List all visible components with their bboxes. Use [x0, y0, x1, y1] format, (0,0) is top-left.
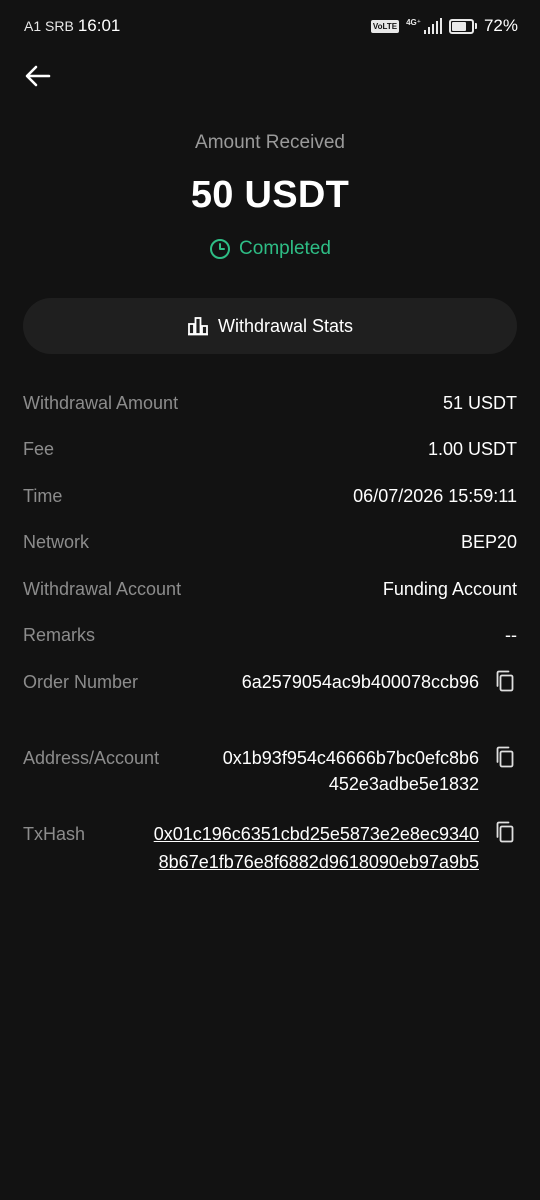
amount-label: Amount Received	[195, 132, 345, 153]
detail-label: Network	[23, 532, 90, 552]
battery-cap	[474, 23, 477, 29]
detail-label: Time	[23, 486, 63, 506]
clock-icon	[210, 239, 231, 259]
detail-value: --	[505, 625, 517, 645]
detail-row-address: Address/Account 0x1b93f954c46666b7bc0efc…	[23, 745, 517, 797]
detail-label: Withdrawal Amount	[23, 393, 179, 413]
battery-fill	[451, 21, 466, 31]
status-bar-right: VoLTE 4G⁺ 72%	[370, 16, 518, 36]
withdrawal-stats-button[interactable]: Withdrawal Stats	[23, 298, 517, 354]
bar-chart-icon	[187, 317, 208, 336]
status-bar: A1 SRB 16:01 VoLTE 4G⁺ 72%	[0, 0, 540, 52]
signal-icon: 4G⁺	[406, 18, 442, 34]
status-time: 16:01	[77, 16, 121, 35]
signal-bar	[423, 30, 426, 34]
signal-bar	[439, 18, 442, 34]
battery-body	[448, 18, 474, 34]
battery-percent: 72%	[483, 16, 518, 35]
address-value[interactable]: 0x1b93f954c46666b7bc0efc8b6452e3adbe5e18…	[215, 745, 479, 797]
withdrawal-detail-screen: A1 SRB 16:01 VoLTE 4G⁺ 72% Amount Receiv…	[0, 0, 540, 1200]
carrier-name: A1 SRB	[24, 18, 74, 34]
signal-bar	[427, 27, 430, 34]
detail-row-order-number: Order Number 6a2579054ac9b400078ccb96	[23, 669, 517, 695]
copy-icon[interactable]	[493, 820, 517, 844]
copy-icon[interactable]	[493, 745, 517, 769]
network-type: 4G⁺	[406, 18, 421, 27]
back-button[interactable]	[18, 56, 58, 96]
detail-row-network: Network BEP20	[23, 530, 517, 554]
status-badge: Completed	[0, 238, 540, 260]
detail-label: TxHash	[23, 824, 86, 844]
detail-row-fee: Fee 1.00 USDT	[23, 437, 517, 461]
txhash-group: 0x01c196c6351cbd25e5873e2e8ec93408b67e1f…	[147, 820, 517, 876]
arrow-left-icon	[25, 65, 51, 87]
detail-label: Address/Account	[23, 748, 160, 768]
signal-bar	[431, 24, 434, 34]
order-number-value[interactable]: 6a2579054ac9b400078ccb96	[215, 669, 479, 695]
detail-row-txhash: TxHash 0x01c196c6351cbd25e5873e2e8ec9340…	[23, 820, 517, 876]
detail-row-withdrawal-account: Withdrawal Account Funding Account	[23, 577, 517, 601]
txhash-link[interactable]: 0x01c196c6351cbd25e5873e2e8ec93408b67e1f…	[147, 820, 479, 876]
copy-icon[interactable]	[493, 669, 517, 693]
detail-label: Fee	[23, 439, 55, 459]
withdrawal-stats-label: Withdrawal Stats	[217, 315, 354, 336]
detail-row-remarks: Remarks --	[23, 623, 517, 647]
detail-label: Order Number	[23, 672, 139, 692]
detail-value: 1.00 USDT	[427, 439, 517, 459]
status-text: Completed	[239, 238, 331, 259]
signal-bar	[435, 21, 438, 34]
status-bar-left: A1 SRB 16:01	[24, 16, 120, 36]
volte-icon: VoLTE	[370, 19, 400, 33]
address-group: 0x1b93f954c46666b7bc0efc8b6452e3adbe5e18…	[215, 745, 517, 797]
order-number-group: 6a2579054ac9b400078ccb96	[215, 669, 517, 695]
detail-value: 51 USDT	[442, 393, 517, 413]
detail-value: BEP20	[460, 532, 517, 552]
detail-value: Funding Account	[382, 579, 517, 599]
detail-row-time: Time 06/07/2026 15:59:11	[23, 484, 517, 508]
amount-value: 50 USDT	[190, 174, 350, 216]
detail-value: 06/07/2026 15:59:11	[353, 486, 517, 506]
detail-label: Remarks	[23, 625, 96, 645]
detail-row-withdrawal-amount: Withdrawal Amount 51 USDT	[23, 391, 517, 415]
battery-icon	[448, 18, 477, 34]
detail-label: Withdrawal Account	[23, 579, 182, 599]
